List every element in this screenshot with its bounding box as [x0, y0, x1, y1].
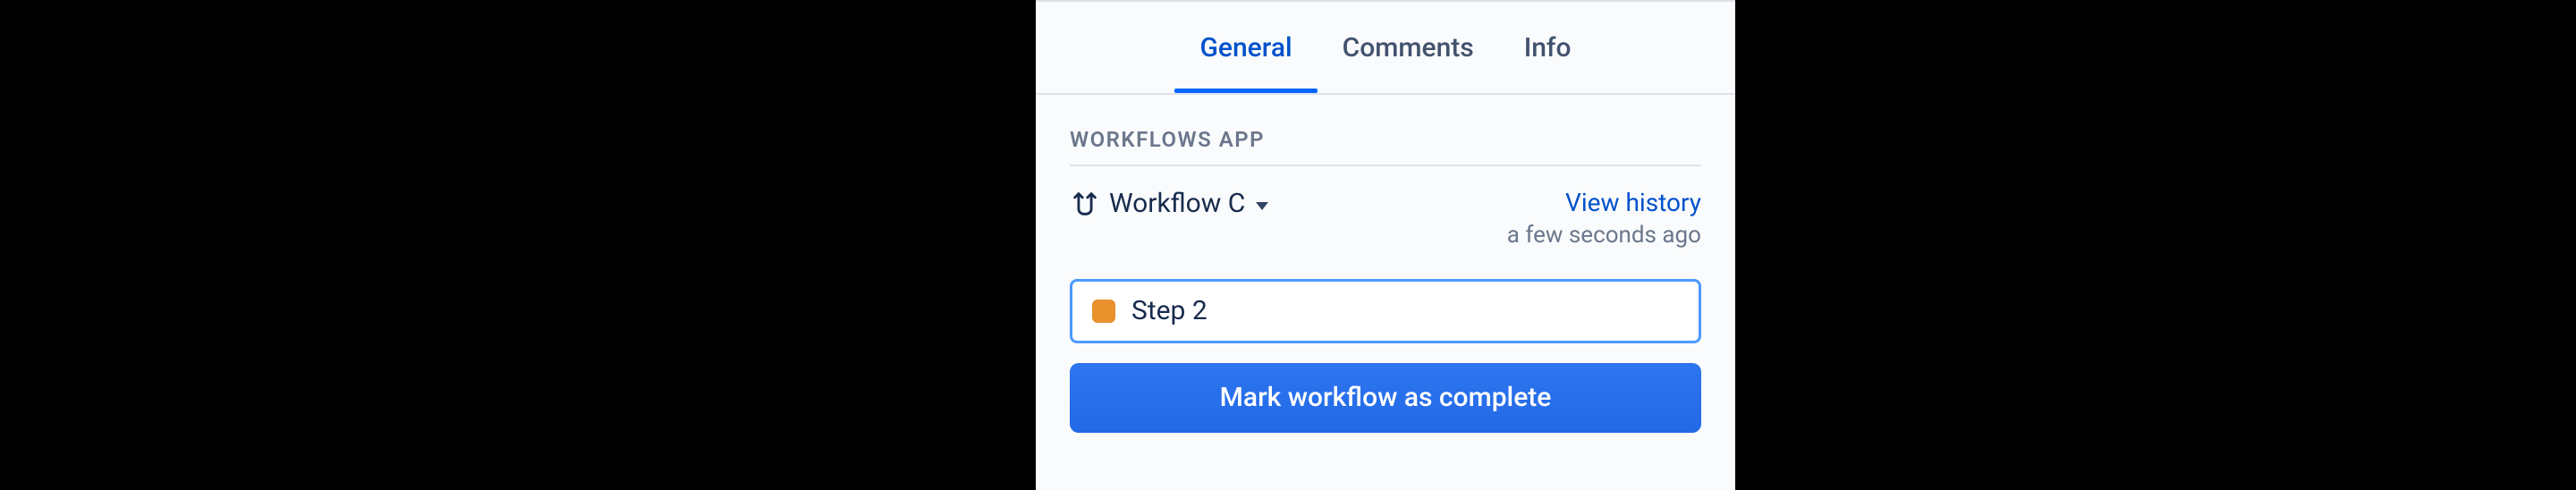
workflow-selector[interactable]: Workflow C	[1070, 188, 1268, 219]
workflow-meta: View history a few seconds ago	[1507, 188, 1701, 249]
mark-complete-button[interactable]: Mark workflow as complete	[1070, 363, 1701, 433]
step-label: Step 2	[1131, 295, 1208, 326]
chevron-down-icon	[1256, 202, 1268, 210]
panel-top-border	[1036, 0, 1735, 2]
tab-comments[interactable]: Comments	[1318, 4, 1499, 90]
side-panel: General Comments Info WORKFLOWS APP Work…	[1036, 0, 1735, 490]
tabs: General Comments Info	[1036, 2, 1735, 95]
time-ago: a few seconds ago	[1507, 222, 1701, 249]
workflow-row: Workflow C View history a few seconds ag…	[1070, 188, 1701, 249]
tab-general[interactable]: General	[1174, 4, 1317, 90]
section-heading: WORKFLOWS APP	[1070, 127, 1701, 166]
workflow-name: Workflow C	[1109, 188, 1245, 219]
tab-info[interactable]: Info	[1499, 4, 1597, 90]
workflow-icon	[1070, 189, 1100, 219]
status-dot-icon	[1092, 300, 1115, 323]
view-history-link[interactable]: View history	[1507, 188, 1701, 218]
step-select[interactable]: Step 2	[1070, 279, 1701, 343]
